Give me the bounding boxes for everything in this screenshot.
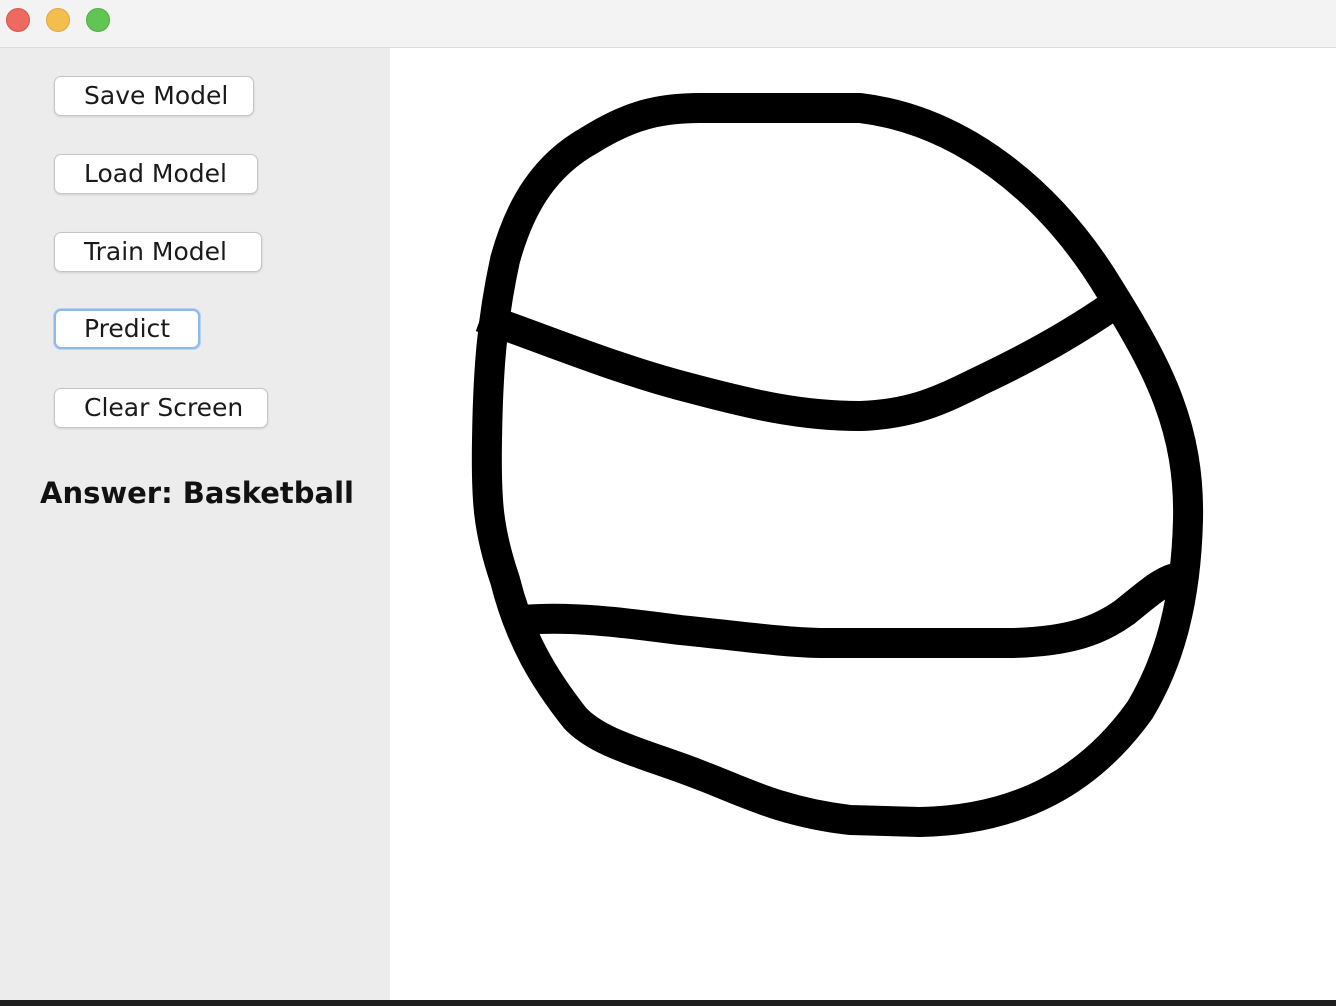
train-model-button[interactable]: Train Model bbox=[54, 232, 262, 272]
window-bottom-edge bbox=[0, 1000, 1336, 1006]
app-window: Save Model Load Model Train Model Predic… bbox=[0, 0, 1336, 1006]
zoom-icon[interactable] bbox=[86, 8, 110, 32]
ball-outline-stroke bbox=[471, 93, 1204, 837]
load-model-button[interactable]: Load Model bbox=[54, 154, 258, 194]
predict-button[interactable]: Predict bbox=[54, 309, 200, 349]
drawing-canvas[interactable] bbox=[390, 48, 1336, 1000]
minimize-icon[interactable] bbox=[46, 8, 70, 32]
close-icon[interactable] bbox=[6, 8, 30, 32]
upper-seam-stroke bbox=[475, 285, 1133, 431]
control-panel: Save Model Load Model Train Model Predic… bbox=[0, 48, 390, 1000]
answer-label: Answer: Basketball bbox=[40, 476, 354, 510]
lower-seam-stroke bbox=[505, 559, 1194, 658]
title-bar bbox=[0, 0, 1336, 48]
save-model-button[interactable]: Save Model bbox=[54, 76, 254, 116]
clear-screen-button[interactable]: Clear Screen bbox=[54, 388, 268, 428]
drawing-strokes bbox=[471, 93, 1204, 837]
